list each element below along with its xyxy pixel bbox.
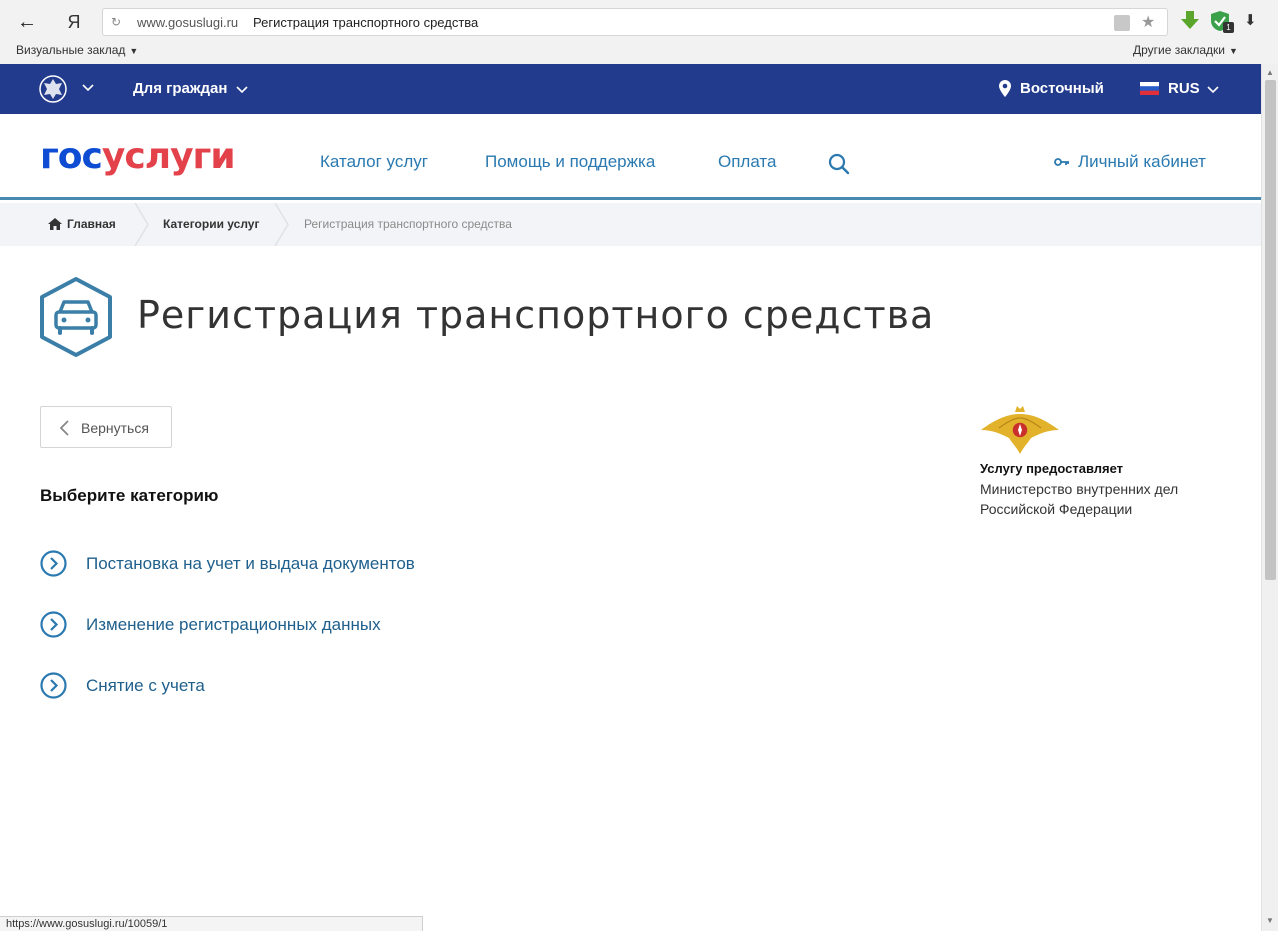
category-link-change-data[interactable]: Изменение регистрационных данных: [40, 611, 540, 639]
chevron-down-icon[interactable]: [1207, 83, 1219, 95]
back-button[interactable]: Вернуться: [40, 406, 172, 448]
back-button-label: Вернуться: [81, 420, 149, 436]
mvd-emblem-icon: [981, 406, 1059, 454]
language-selector[interactable]: RUS: [1168, 80, 1200, 97]
chevron-down-icon[interactable]: [82, 81, 94, 93]
breadcrumb-current: Регистрация транспортного средства: [304, 217, 512, 231]
downloads-icon[interactable]: ⬇: [1244, 11, 1257, 29]
visual-bookmarks-label: Визуальные заклад: [16, 43, 126, 57]
scroll-up-icon[interactable]: ▲: [1266, 68, 1274, 77]
car-icon: [40, 277, 112, 357]
provider-name: Министерство внутренних дел: [980, 481, 1179, 497]
category-label: Снятие с учета: [86, 676, 205, 695]
download-extension-icon[interactable]: [1180, 10, 1200, 32]
visual-bookmarks-menu[interactable]: Визуальные заклад ▼: [16, 43, 138, 57]
home-icon[interactable]: [48, 218, 62, 230]
category-link-deregistration[interactable]: Снятие с учета: [40, 672, 540, 700]
search-icon[interactable]: [828, 153, 850, 175]
chevron-down-icon[interactable]: [236, 83, 248, 95]
breadcrumb: Главная Категории услуг Регистрация тран…: [0, 203, 1261, 246]
chevron-circle-right-icon: [40, 611, 67, 638]
chevron-circle-right-icon: [40, 672, 67, 699]
nav-help-link[interactable]: Помощь и поддержка: [485, 152, 655, 172]
nav-catalog-link[interactable]: Каталог услуг: [320, 152, 428, 172]
breadcrumb-home-link[interactable]: Главная: [67, 217, 116, 231]
nav-payment-link[interactable]: Оплата: [718, 152, 776, 172]
russian-emblem-icon[interactable]: [38, 74, 68, 104]
other-bookmarks-menu[interactable]: Другие закладки ▼: [1133, 43, 1238, 57]
caret-down-icon: ▼: [129, 46, 139, 56]
yandex-home-button[interactable]: Я: [62, 9, 86, 35]
browser-status-bar: https://www.gosuslugi.ru/10059/1: [0, 916, 423, 931]
reload-icon[interactable]: ↻: [111, 15, 121, 29]
chevron-left-icon: [59, 420, 69, 436]
browser-toolbar: ← Я ↻ www.gosuslugi.ru Регистрация транс…: [0, 0, 1278, 64]
choose-category-heading: Выберите категорию: [40, 486, 219, 505]
chevron-circle-right-icon: [40, 550, 67, 577]
page-title: Регистрация транспортного средства: [137, 293, 935, 337]
scrollbar-thumb[interactable]: [1265, 80, 1276, 580]
logo-part-gos: гос: [40, 136, 103, 177]
breadcrumb-separator: [274, 203, 289, 246]
site-header: госуслуги Каталог услуг Помощь и поддерж…: [0, 114, 1261, 200]
breadcrumb-categories-link[interactable]: Категории услуг: [163, 217, 259, 231]
shield-extension-icon[interactable]: 1: [1210, 10, 1234, 34]
logo-part-uslugi: услуги: [101, 136, 236, 177]
address-bar[interactable]: ↻ www.gosuslugi.ru Регистрация транспорт…: [102, 8, 1168, 36]
provider-caption: Услугу предоставляет: [980, 461, 1124, 476]
breadcrumb-separator: [134, 203, 149, 246]
key-icon: [1054, 158, 1069, 166]
russian-flag-icon: [1140, 82, 1159, 95]
personal-account-link[interactable]: Личный кабинет: [1078, 152, 1206, 172]
provider-name: Российской Федерации: [980, 501, 1133, 517]
category-link-registration[interactable]: Постановка на учет и выдача документов: [40, 550, 540, 578]
gosuslugi-logo[interactable]: госуслуги: [40, 136, 236, 177]
bookmark-star-icon[interactable]: ★: [1141, 12, 1155, 32]
lock-icon[interactable]: [1114, 15, 1130, 31]
url-domain: www.gosuslugi.ru: [137, 15, 239, 30]
vertical-scrollbar[interactable]: ▲ ▼: [1261, 64, 1278, 931]
location-pin-icon: [999, 80, 1011, 97]
site-top-strip: Для граждан Восточный RUS: [0, 64, 1261, 114]
extension-badge: 1: [1223, 22, 1234, 33]
category-label: Изменение регистрационных данных: [86, 615, 381, 634]
caret-down-icon: ▼: [1228, 46, 1238, 56]
location-selector[interactable]: Восточный: [1020, 80, 1104, 97]
url-page-title: Регистрация транспортного средства: [253, 15, 479, 30]
browser-back-button[interactable]: ←: [14, 10, 40, 34]
other-bookmarks-label: Другие закладки: [1133, 43, 1225, 57]
category-label: Постановка на учет и выдача документов: [86, 554, 415, 573]
scroll-down-icon[interactable]: ▼: [1266, 916, 1274, 925]
citizens-menu[interactable]: Для граждан: [133, 80, 227, 97]
